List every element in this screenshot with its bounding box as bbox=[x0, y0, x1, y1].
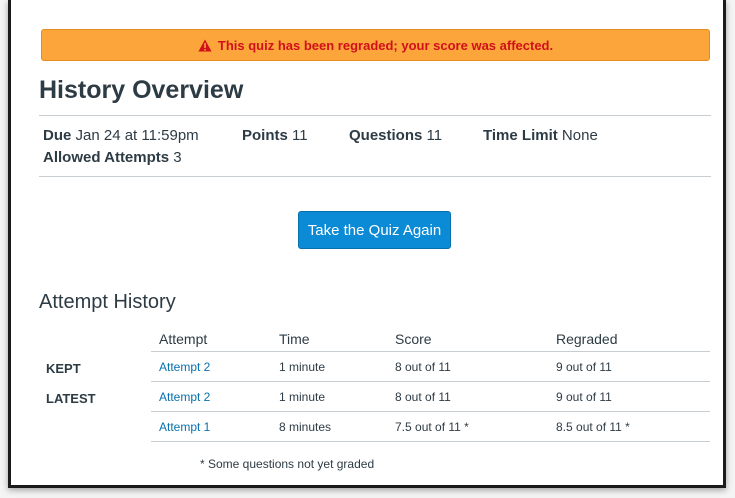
footnote: * Some questions not yet graded bbox=[200, 457, 375, 471]
points-label: Points bbox=[242, 127, 288, 144]
allowed-attempts-value: 3 bbox=[173, 149, 182, 166]
attempt-time: 1 minute bbox=[279, 360, 326, 374]
attempt-regraded: 8.5 out of 11 * bbox=[556, 420, 630, 434]
table-header-divider bbox=[151, 351, 710, 352]
table-row-divider bbox=[151, 411, 710, 412]
time-limit-value: None bbox=[561, 127, 598, 144]
column-header-attempt: Attempt bbox=[159, 331, 208, 347]
attempt-time: 8 minutes bbox=[279, 420, 332, 434]
details-top-divider bbox=[39, 115, 711, 116]
attempt-score: 7.5 out of 11 * bbox=[395, 420, 469, 434]
column-header-time: Time bbox=[279, 331, 310, 347]
time-limit-detail: Time Limit None bbox=[483, 127, 598, 144]
questions-value: 11 bbox=[426, 127, 443, 144]
attempt-link[interactable]: Attempt 2 bbox=[159, 390, 210, 404]
attempt-regraded: 9 out of 11 bbox=[556, 390, 612, 404]
table-row-divider bbox=[151, 381, 710, 382]
points-detail: Points 11 bbox=[242, 127, 308, 144]
questions-label: Questions bbox=[349, 127, 423, 144]
alert-text: This quiz has been regraded; your score … bbox=[217, 37, 554, 53]
attempt-link[interactable]: Attempt 1 bbox=[159, 420, 210, 434]
attempt-link[interactable]: Attempt 2 bbox=[159, 360, 210, 374]
attempt-regraded: 9 out of 11 bbox=[556, 360, 612, 374]
row-label-latest: LATEST bbox=[46, 391, 96, 406]
table-bottom-divider bbox=[151, 441, 710, 442]
details-bottom-divider bbox=[39, 176, 711, 177]
column-header-score: Score bbox=[395, 331, 432, 347]
due-label: Due bbox=[43, 127, 72, 144]
allowed-attempts-detail: Allowed Attempts 3 bbox=[43, 149, 182, 166]
attempt-score: 8 out of 11 bbox=[395, 390, 451, 404]
due-detail: Due Jan 24 at 11:59pm bbox=[43, 127, 199, 144]
attempt-score: 8 out of 11 bbox=[395, 360, 451, 374]
regrade-alert: This quiz has been regraded; your score … bbox=[41, 29, 710, 61]
time-limit-label: Time Limit bbox=[483, 127, 558, 144]
take-quiz-again-button[interactable]: Take the Quiz Again bbox=[298, 211, 451, 249]
warning-icon bbox=[198, 39, 212, 51]
allowed-attempts-label: Allowed Attempts bbox=[43, 149, 170, 166]
page-title: History Overview bbox=[39, 76, 244, 104]
questions-detail: Questions 11 bbox=[349, 127, 442, 144]
due-value: Jan 24 at 11:59pm bbox=[75, 127, 199, 144]
points-value: 11 bbox=[292, 127, 308, 144]
attempt-history-heading: Attempt History bbox=[39, 291, 176, 313]
column-header-regraded: Regraded bbox=[556, 331, 618, 347]
row-label-kept: KEPT bbox=[46, 361, 81, 376]
attempt-time: 1 minute bbox=[279, 390, 326, 404]
window-frame: This quiz has been regraded; your score … bbox=[8, 0, 726, 488]
